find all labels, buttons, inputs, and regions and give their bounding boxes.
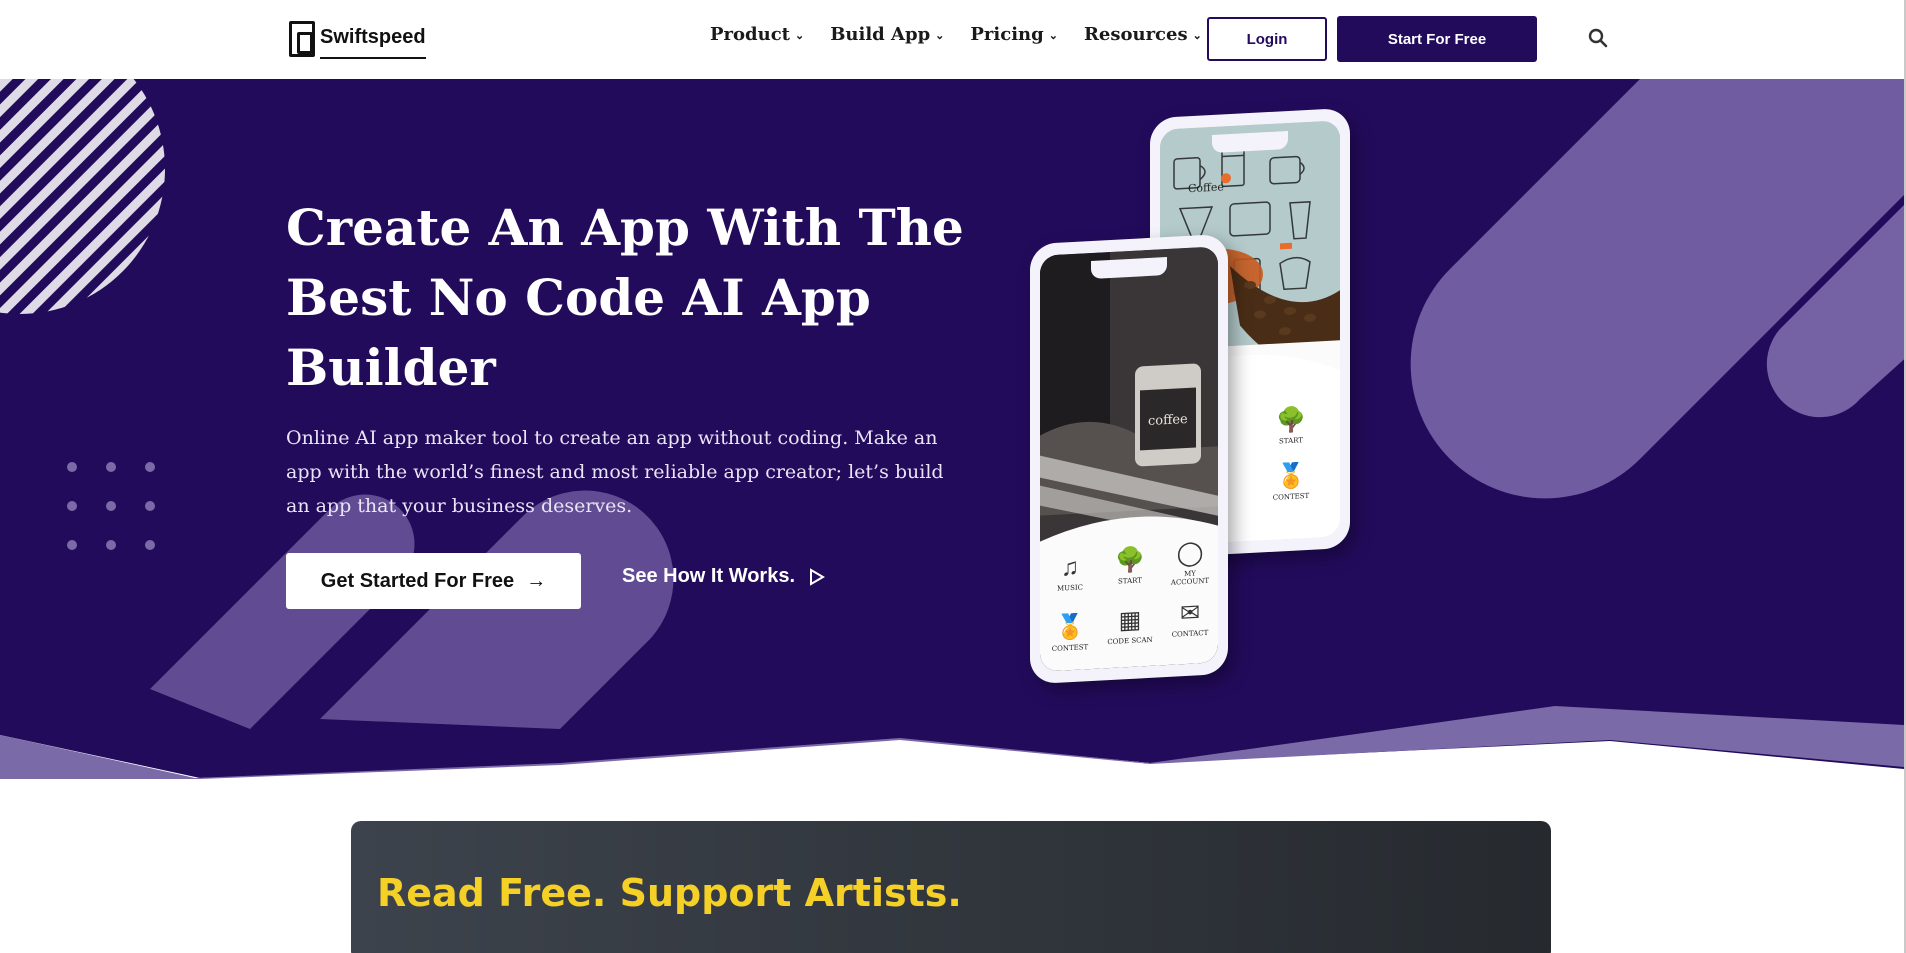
nav-item-label: Build App <box>830 24 931 45</box>
app-icon-code-scan: ▦ CODE SCAN <box>1104 606 1156 647</box>
nav-item-label: Pricing <box>970 24 1044 45</box>
app-icon-my-account: ◯ MY ACCOUNT <box>1164 538 1216 587</box>
chevron-down-icon: ⌄ <box>1192 29 1202 42</box>
brand-name: Swiftspeed <box>320 26 426 59</box>
main-nav: Product ⌄ Build App ⌄ Pricing ⌄ Resource… <box>710 24 1228 45</box>
chevron-down-icon: ⌄ <box>935 29 945 42</box>
medal-icon: 🏅 <box>1055 613 1085 642</box>
get-started-button[interactable]: Get Started For Free → <box>286 553 581 609</box>
svg-text:coffee: coffee <box>1148 412 1188 429</box>
nav-item-build-app[interactable]: Build App ⌄ <box>830 24 944 45</box>
start-for-free-button[interactable]: Start For Free <box>1337 16 1537 62</box>
hero-title: Create An App With The Best No Code AI A… <box>286 198 964 397</box>
app-icon-contact: ✉ CONTACT <box>1164 598 1216 639</box>
account-icon: ◯ <box>1176 539 1204 568</box>
nav-item-label: Product <box>710 24 790 45</box>
nav-item-pricing[interactable]: Pricing ⌄ <box>970 24 1058 45</box>
login-button[interactable]: Login <box>1207 17 1327 61</box>
app-icon-start: 🌳 START <box>1104 546 1156 587</box>
banner-title: Read Free. Support Artists. <box>377 871 962 915</box>
phone-mockup-front: coffee ♫ MUSIC 🌳 START ◯ MY ACCOUNT 🏅 CO… <box>1030 233 1228 685</box>
nav-item-product[interactable]: Product ⌄ <box>710 24 804 45</box>
phone-screen: coffee ♫ MUSIC 🌳 START ◯ MY ACCOUNT 🏅 CO… <box>1040 246 1218 672</box>
read-free-banner: Read Free. Support Artists. <box>351 821 1551 953</box>
tree-icon: 🌳 <box>1276 406 1306 435</box>
logo-icon <box>289 21 315 57</box>
brand-logo[interactable]: Swiftspeed <box>289 18 426 60</box>
app-icon-music: ♫ MUSIC <box>1044 553 1096 594</box>
play-icon <box>810 567 826 586</box>
see-how-label: See How It Works. <box>622 565 796 587</box>
app-icon-contest: 🏅 CONTEST <box>1265 461 1317 502</box>
svg-text:Coffee: Coffee <box>1188 180 1224 195</box>
app-icon-start: 🌳 START <box>1265 405 1317 446</box>
music-icon: ♫ <box>1061 553 1079 582</box>
see-how-it-works-link[interactable]: See How It Works. <box>622 565 826 588</box>
chevron-down-icon: ⌄ <box>1048 29 1058 42</box>
mail-icon: ✉ <box>1179 599 1201 628</box>
chevron-down-icon: ⌄ <box>794 29 805 42</box>
hero-subtitle: Online AI app maker tool to create an ap… <box>286 427 944 517</box>
medal-icon: 🏅 <box>1276 462 1306 491</box>
arrow-right-icon: → <box>526 569 547 592</box>
nav-item-resources[interactable]: Resources ⌄ <box>1084 24 1202 45</box>
search-icon[interactable] <box>1588 28 1610 50</box>
tree-icon: 🌳 <box>1115 546 1145 575</box>
navbar: Swiftspeed Product ⌄ Build App ⌄ Pricing… <box>0 0 1906 79</box>
nav-item-label: Resources <box>1083 24 1188 45</box>
scan-icon: ▦ <box>1118 606 1142 635</box>
get-started-label: Get Started For Free <box>320 569 515 592</box>
app-label: MY ACCOUNT <box>1170 569 1210 587</box>
hero-section: Create An App With The Best No Code AI A… <box>0 79 1904 779</box>
app-icon-contest: 🏅 CONTEST <box>1044 613 1096 654</box>
